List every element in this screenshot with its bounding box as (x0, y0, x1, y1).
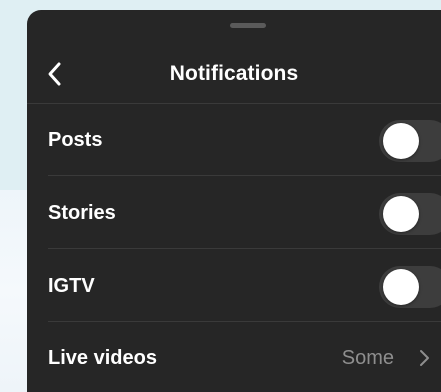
row-divider (48, 248, 441, 249)
stories-toggle[interactable] (379, 193, 441, 235)
chevron-left-icon (48, 62, 61, 86)
row-divider (48, 175, 441, 176)
posts-toggle[interactable] (379, 120, 441, 162)
notifications-sheet: Notifications Posts Stories IGTV Live vi… (27, 10, 441, 392)
setting-label-stories: Stories (48, 202, 116, 224)
setting-row-posts: Posts (27, 104, 441, 176)
igtv-toggle[interactable] (379, 266, 441, 308)
setting-row-live-videos[interactable]: Live videos Some (27, 322, 441, 392)
setting-label-live-videos: Live videos (48, 347, 157, 369)
live-videos-value: Some (341, 347, 394, 369)
toggle-knob (383, 269, 419, 305)
setting-row-stories: Stories (27, 177, 441, 249)
setting-row-igtv: IGTV (27, 250, 441, 322)
setting-label-igtv: IGTV (48, 275, 95, 297)
sheet-grabber-handle[interactable] (230, 23, 266, 28)
page-title: Notifications (169, 62, 299, 85)
toggle-knob (383, 196, 419, 232)
setting-label-posts: Posts (48, 129, 103, 151)
toggle-knob (383, 123, 419, 159)
sheet-header: Notifications (27, 46, 441, 102)
back-button[interactable] (37, 56, 73, 92)
chevron-right-icon (420, 350, 429, 366)
